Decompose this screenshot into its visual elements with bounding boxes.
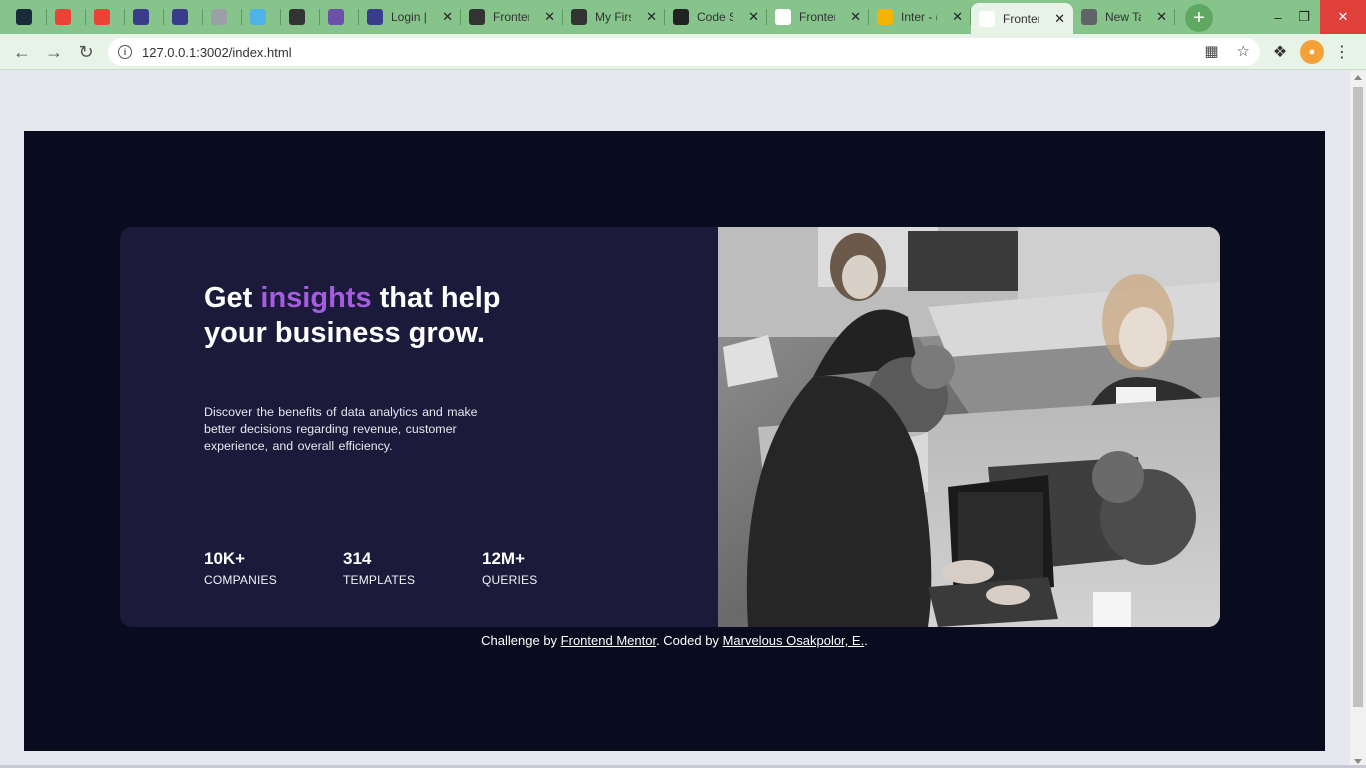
- browser-tab[interactable]: Code S ✕: [665, 3, 767, 31]
- frontend-mentor-icon: [775, 9, 791, 25]
- headline-start: Get: [204, 282, 261, 314]
- scrollbar-thumb[interactable]: [1353, 87, 1363, 707]
- app-icon: [367, 9, 383, 25]
- app-icon: [172, 9, 188, 25]
- github-icon: [673, 9, 689, 25]
- browser-tab[interactable]: [164, 3, 203, 31]
- close-tab-icon[interactable]: ✕: [442, 9, 453, 25]
- url-text: 127.0.0.1:3002/index.html: [142, 44, 292, 60]
- browser-tab[interactable]: New Ta ✕: [1073, 3, 1175, 31]
- attribution-suffix: .: [864, 633, 868, 648]
- browser-tab[interactable]: [242, 3, 281, 31]
- gmail-icon: [94, 9, 110, 25]
- stat-label: COMPANIES: [204, 573, 277, 587]
- menu-kebab-icon[interactable]: ⋮: [1330, 40, 1354, 64]
- stat-queries: 12M+ QUERIES: [482, 549, 621, 587]
- browser-tab[interactable]: [281, 3, 320, 31]
- card-headline: Get insights that help your business gro…: [204, 281, 504, 351]
- minimize-button[interactable]: –: [1266, 0, 1290, 34]
- browser-tab[interactable]: Fronter ✕: [461, 3, 563, 31]
- reload-icon[interactable]: ↻: [74, 40, 98, 64]
- globe-icon: [469, 9, 485, 25]
- close-window-button[interactable]: ✕: [1320, 0, 1366, 34]
- bookmark-star-icon[interactable]: ☆: [1237, 42, 1250, 60]
- page-container: Get insights that help your business gro…: [24, 131, 1325, 751]
- tab-title: New Ta: [1105, 10, 1141, 24]
- app-icon: [328, 9, 344, 25]
- close-tab-icon[interactable]: ✕: [850, 9, 861, 25]
- browser-tab[interactable]: [203, 3, 242, 31]
- browser-tab[interactable]: Fronter ✕: [971, 3, 1073, 34]
- browser-tab[interactable]: Inter - ( ✕: [869, 3, 971, 31]
- browser-tab[interactable]: Login | ✕: [359, 3, 461, 31]
- browser-tab[interactable]: Fronter ✕: [767, 3, 869, 31]
- doc-icon: [211, 9, 227, 25]
- stat-label: QUERIES: [482, 573, 538, 587]
- browser-tab[interactable]: [86, 3, 125, 31]
- office-meeting-photo: [718, 227, 1220, 627]
- close-tab-icon[interactable]: ✕: [646, 9, 657, 25]
- scroll-up-arrow-icon[interactable]: [1354, 75, 1362, 80]
- stat-label: TEMPLATES: [343, 573, 416, 587]
- card-text-panel: Get insights that help your business gro…: [120, 227, 718, 627]
- new-tab-button[interactable]: +: [1185, 4, 1213, 32]
- profile-avatar[interactable]: ●: [1300, 40, 1324, 64]
- attribution-prefix: Challenge by: [481, 633, 561, 648]
- frontend-mentor-icon: [979, 10, 995, 27]
- browser-tab[interactable]: [320, 3, 359, 31]
- tab-title: Fronter: [799, 10, 835, 24]
- extensions-icon[interactable]: ❖: [1268, 40, 1292, 64]
- close-tab-icon[interactable]: ✕: [1054, 11, 1065, 27]
- back-icon[interactable]: ←: [10, 40, 34, 64]
- site-info-icon[interactable]: i: [118, 45, 132, 59]
- globe-icon: [571, 9, 587, 25]
- stat-templates: 314 TEMPLATES: [343, 549, 482, 587]
- app-icon: [133, 9, 149, 25]
- headline-accent: insights: [260, 282, 372, 314]
- tab-title: Code S: [697, 10, 733, 24]
- browser-toolbar: ← → ↻ i 127.0.0.1:3002/index.html ▦ ☆ ❖ …: [0, 34, 1366, 70]
- tab-title: My Firs: [595, 10, 631, 24]
- stat-value: 10K+: [204, 549, 246, 568]
- fonts-icon: [877, 9, 893, 25]
- tab-strip: Login |✕Fronter✕My Firs✕Code S✕Fronter✕I…: [0, 0, 1366, 34]
- attribution-footer: Challenge by Frontend Mentor. Coded by M…: [24, 633, 1325, 648]
- tab-title: Inter - (: [901, 10, 937, 24]
- close-tab-icon[interactable]: ✕: [748, 9, 759, 25]
- page-viewport: Get insights that help your business gro…: [0, 71, 1350, 768]
- stat-companies: 10K+ COMPANIES: [204, 549, 343, 587]
- stats-row: 10K+ COMPANIES 314 TEMPLATES 12M+ QUERIE…: [204, 549, 621, 587]
- close-tab-icon[interactable]: ✕: [1156, 9, 1167, 25]
- forward-icon[interactable]: →: [42, 40, 66, 64]
- qr-code-icon[interactable]: ▦: [1204, 42, 1218, 60]
- gmail-icon: [55, 9, 71, 25]
- stat-value: 12M+: [482, 549, 525, 568]
- tab-title: Login |: [391, 10, 427, 24]
- address-bar[interactable]: i 127.0.0.1:3002/index.html ▦ ☆: [108, 38, 1260, 66]
- attribution-middle: . Coded by: [656, 633, 723, 648]
- browser-tab[interactable]: [8, 3, 47, 31]
- scroll-down-arrow-icon[interactable]: [1354, 759, 1362, 764]
- browser-tab[interactable]: [125, 3, 164, 31]
- stat-value: 314: [343, 549, 372, 568]
- frontend-mentor-link[interactable]: Frontend Mentor: [561, 633, 656, 648]
- photo-illustration: [718, 227, 1220, 627]
- globe-icon: [289, 9, 305, 25]
- author-link[interactable]: Marvelous Osakpolor, E.: [723, 633, 865, 648]
- tab-title: Fronter: [493, 10, 529, 24]
- browser-tab[interactable]: [47, 3, 86, 31]
- page-scrollbar[interactable]: [1350, 71, 1366, 768]
- file-icon: [250, 9, 266, 25]
- restore-button[interactable]: ❐: [1292, 0, 1316, 34]
- close-tab-icon[interactable]: ✕: [544, 9, 555, 25]
- tab-title: Fronter: [1003, 11, 1039, 26]
- site-icon-dark: [16, 9, 32, 25]
- chrome-icon: [1081, 9, 1097, 25]
- stats-preview-card: Get insights that help your business gro…: [120, 227, 1220, 627]
- card-description: Discover the benefits of data analytics …: [204, 405, 478, 453]
- close-tab-icon[interactable]: ✕: [952, 9, 963, 25]
- browser-tab[interactable]: My Firs ✕: [563, 3, 665, 31]
